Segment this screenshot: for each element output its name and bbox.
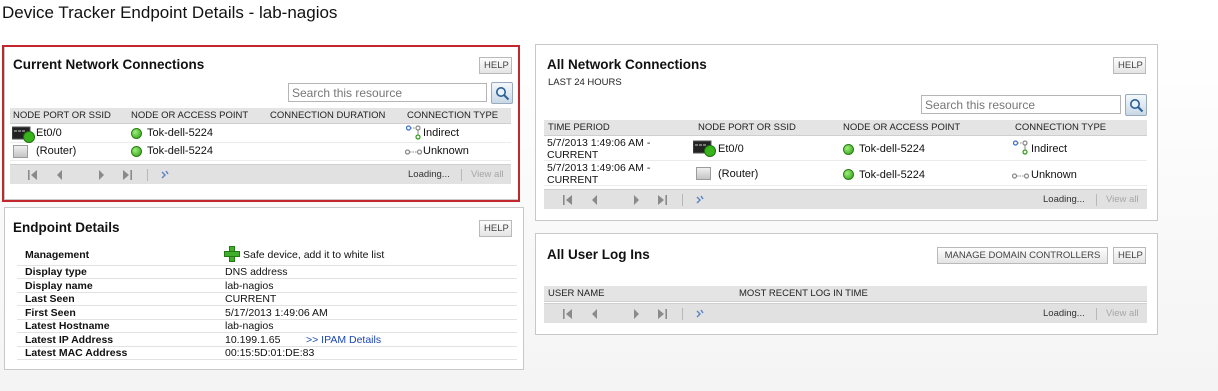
detail-value: 10.199.1.65 <box>225 334 281 346</box>
first-page-icon[interactable] <box>563 309 573 319</box>
detail-key: Display name <box>25 280 93 292</box>
endpoint-details-panel: Endpoint Details HELP Management Safe de… <box>4 207 524 370</box>
help-button[interactable]: HELP <box>1113 57 1146 74</box>
loading-text: Loading... <box>1043 194 1085 205</box>
panel-title: All User Log Ins <box>547 247 650 262</box>
column-header[interactable]: TIME PERIOD <box>548 122 610 133</box>
detail-key: Latest Hostname <box>25 320 110 332</box>
unknown-connection-icon <box>1012 173 1030 179</box>
connection-type: Indirect <box>1031 143 1068 155</box>
manage-domain-controllers-button[interactable]: MANAGE DOMAIN CONTROLLERS <box>937 247 1108 264</box>
switch-port-up-icon <box>693 140 716 157</box>
divider <box>1096 308 1097 320</box>
table-header: TIME PERIOD NODE PORT OR SSID NODE OR AC… <box>544 120 1147 136</box>
plus-icon[interactable] <box>224 246 240 262</box>
time-period-end: CURRENT <box>547 149 599 161</box>
pager: Loading... View all <box>544 189 1147 209</box>
refresh-icon[interactable] <box>695 309 705 319</box>
detail-value: lab-nagios <box>225 320 274 332</box>
detail-key: Last Seen <box>25 293 75 305</box>
highlight-frame <box>2 45 520 202</box>
view-all-link[interactable]: View all <box>1106 194 1139 205</box>
previous-page-icon[interactable] <box>590 195 600 205</box>
column-header[interactable]: MOST RECENT LOG IN TIME <box>739 288 868 299</box>
detail-row: Display name lab-nagios <box>17 280 517 293</box>
page-title: Device Tracker Endpoint Details - lab-na… <box>2 3 338 22</box>
table-row[interactable]: 5/7/2013 1:49:06 AM - CURRENT Et0/0 Tok-… <box>544 137 1147 161</box>
node-port[interactable]: (Router) <box>718 168 758 180</box>
refresh-icon[interactable] <box>695 195 705 205</box>
detail-row: Display type DNS address <box>17 266 517 279</box>
previous-page-icon[interactable] <box>590 309 600 319</box>
detail-value: CURRENT <box>225 293 277 305</box>
all-user-logins-panel: All User Log Ins MANAGE DOMAIN CONTROLLE… <box>535 233 1158 335</box>
status-up-icon <box>843 169 854 180</box>
all-connections-panel: All Network Connections LAST 24 HOURS HE… <box>535 44 1158 221</box>
time-period-start: 5/7/2013 1:49:06 AM - <box>547 137 651 149</box>
column-header[interactable]: NODE OR ACCESS POINT <box>843 122 960 133</box>
divider <box>682 194 683 206</box>
table-row[interactable]: 5/7/2013 1:49:06 AM - CURRENT (Router) T… <box>544 162 1147 186</box>
next-page-icon[interactable] <box>631 309 641 319</box>
detail-row: Latest Hostname lab-nagios <box>17 320 517 333</box>
detail-value: 00:15:5D:01:DE:83 <box>225 347 315 359</box>
management-label: Management <box>25 249 90 261</box>
detail-value: DNS address <box>225 266 288 278</box>
time-period-end: CURRENT <box>547 174 599 186</box>
detail-row: First Seen 5/17/2013 1:49:06 AM <box>17 307 517 320</box>
add-to-whitelist-link[interactable]: Safe device, add it to white list <box>243 249 384 261</box>
detail-row: Latest IP Address 10.199.1.65 >> IPAM De… <box>17 334 517 347</box>
connection-type: Unknown <box>1031 169 1077 181</box>
node-name[interactable]: Tok-dell-5224 <box>859 169 925 181</box>
indirect-connection-icon <box>1013 140 1028 155</box>
detail-row: Last Seen CURRENT <box>17 293 517 306</box>
first-page-icon[interactable] <box>563 195 573 205</box>
detail-value: 5/17/2013 1:49:06 AM <box>225 307 328 319</box>
search-input[interactable] <box>921 95 1121 114</box>
divider <box>682 308 683 320</box>
detail-key: Display type <box>25 266 87 278</box>
last-page-icon[interactable] <box>657 195 667 205</box>
search-button[interactable] <box>1125 94 1147 116</box>
time-period-start: 5/7/2013 1:49:06 AM - <box>547 162 651 174</box>
divider <box>1096 194 1097 206</box>
node-port[interactable]: Et0/0 <box>718 143 744 155</box>
detail-key: First Seen <box>25 307 76 319</box>
detail-value: lab-nagios <box>225 280 274 292</box>
column-header[interactable]: USER NAME <box>548 288 604 299</box>
column-header[interactable]: NODE PORT OR SSID <box>698 122 796 133</box>
help-button[interactable]: HELP <box>479 220 512 237</box>
node-name[interactable]: Tok-dell-5224 <box>859 143 925 155</box>
detail-key: Latest IP Address <box>25 334 114 346</box>
loading-text: Loading... <box>1043 308 1085 319</box>
column-header[interactable]: CONNECTION TYPE <box>1015 122 1106 133</box>
next-page-icon[interactable] <box>631 195 641 205</box>
status-up-icon <box>843 144 854 155</box>
help-button[interactable]: HELP <box>1113 247 1146 264</box>
table-header: USER NAME MOST RECENT LOG IN TIME <box>544 286 1147 302</box>
detail-key: Latest MAC Address <box>25 347 128 359</box>
ipam-details-link[interactable]: >> IPAM Details <box>306 334 381 346</box>
search-box <box>921 94 1147 116</box>
management-row: Management Safe device, add it to white … <box>17 246 517 266</box>
magnifier-icon <box>1130 99 1144 113</box>
panel-title: Endpoint Details <box>13 220 120 235</box>
view-all-link[interactable]: View all <box>1106 308 1139 319</box>
panel-title: All Network Connections <box>547 57 707 72</box>
router-icon <box>696 167 711 180</box>
detail-row: Latest MAC Address 00:15:5D:01:DE:83 <box>17 347 517 360</box>
panel-subtitle: LAST 24 HOURS <box>548 77 622 88</box>
pager: Loading... View all <box>544 303 1147 323</box>
last-page-icon[interactable] <box>657 309 667 319</box>
